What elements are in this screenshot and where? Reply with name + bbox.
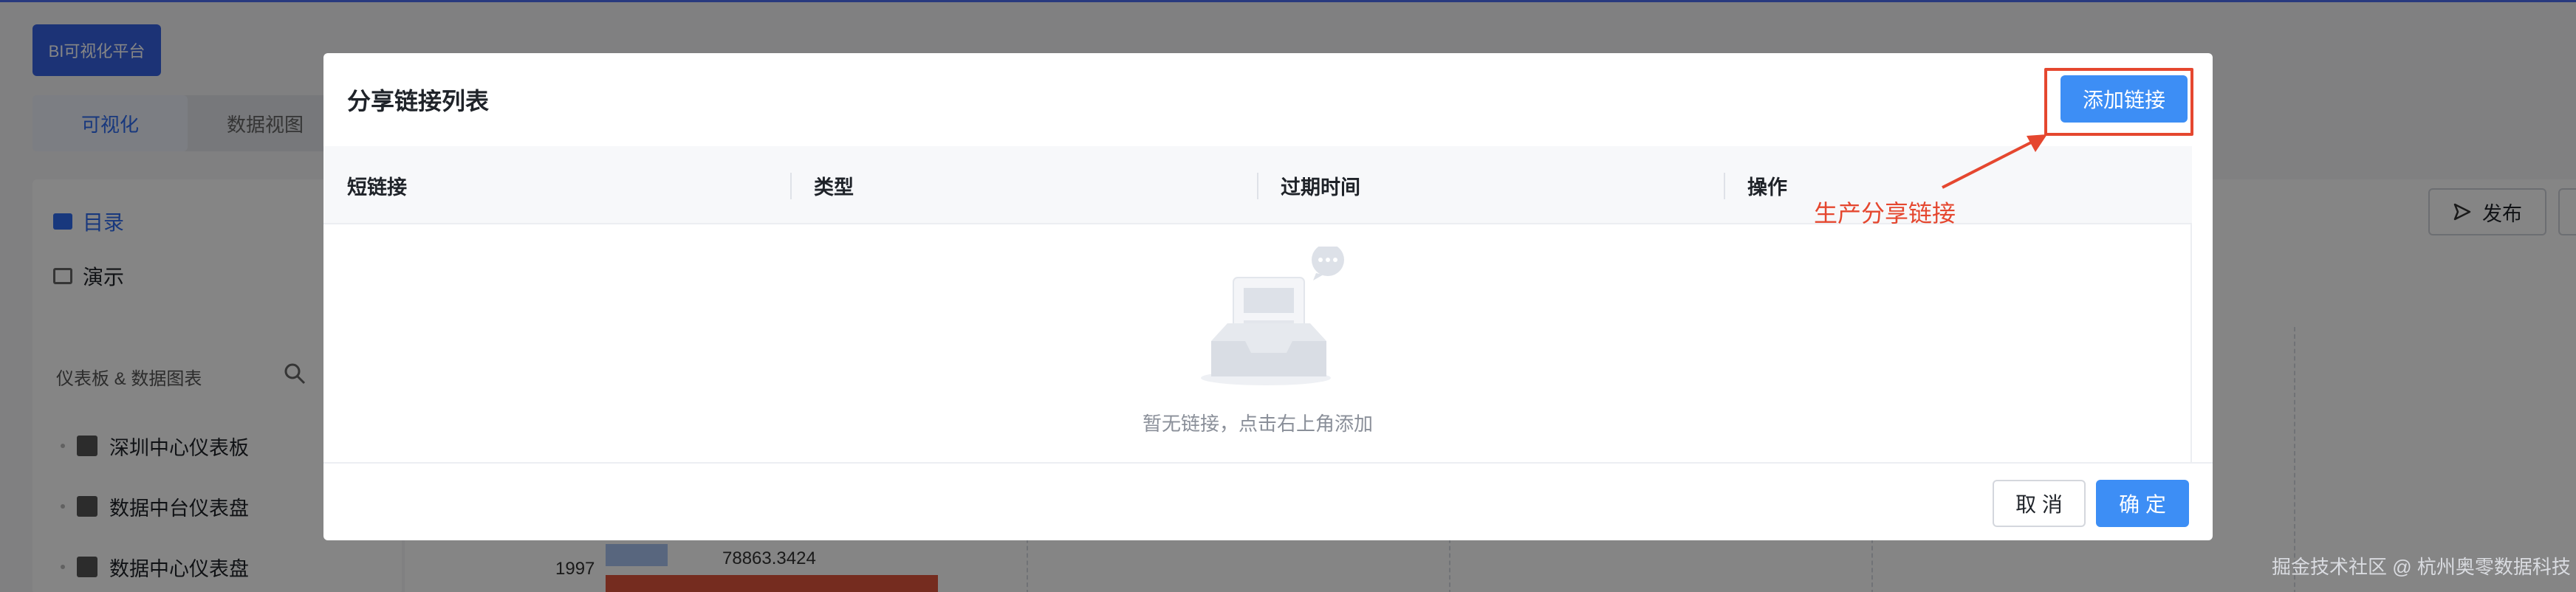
table-body: 暂无链接，点击右上角添加 — [323, 224, 2192, 462]
cancel-button[interactable]: 取 消 — [1993, 480, 2086, 527]
empty-text: 暂无链接，点击右上角添加 — [1142, 413, 1373, 435]
annotation-arrow-icon — [1942, 134, 2047, 189]
column-header-expire-time: 过期时间 — [1257, 146, 1724, 224]
share-link-modal: 分享链接列表 添加链接 短链接 类型 过期时间 操作 暂无链接，点击右上角添加 … — [323, 53, 2213, 540]
empty-state: 暂无链接，点击右上角添加 — [323, 224, 2192, 462]
watermark: 掘金技术社区 @ 杭州奥零数据科技 — [2272, 556, 2571, 578]
modal-footer — [323, 462, 2213, 540]
column-header-short-link: 短链接 — [347, 176, 407, 199]
annotation-highlight-box — [2044, 68, 2193, 136]
column-header-type: 类型 — [790, 146, 1257, 224]
empty-inbox-icon — [1201, 247, 1344, 385]
ok-button[interactable]: 确 定 — [2096, 480, 2189, 527]
annotation-text: 生产分享链接 — [1814, 200, 1956, 227]
modal-title: 分享链接列表 — [347, 88, 490, 114]
